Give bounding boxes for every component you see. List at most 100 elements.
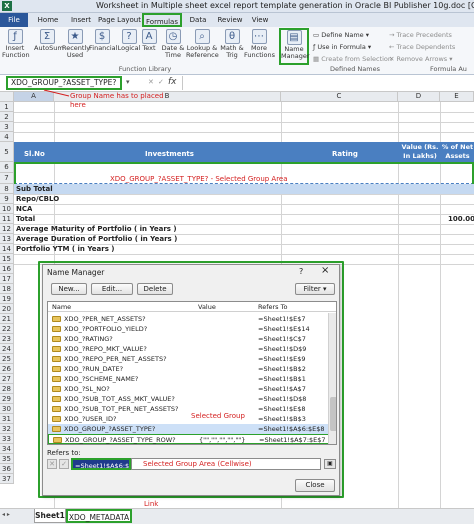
row-header[interactable]: 1 [0, 102, 14, 112]
row-header[interactable]: 8 [0, 184, 14, 194]
tab-page-layout[interactable]: Page Layout [98, 13, 141, 27]
row-header[interactable]: 18 [0, 284, 14, 294]
col-value[interactable]: Value [198, 302, 216, 312]
cancel-icon[interactable]: ✕ [47, 459, 57, 469]
tab-insert[interactable]: Insert [66, 13, 96, 27]
date-time-button[interactable]: ◷ Date & Time [160, 29, 186, 59]
collapse-dialog-icon[interactable]: ▣ [324, 459, 336, 469]
row-header[interactable]: 24 [0, 344, 14, 354]
list-item[interactable]: XDO_?SUB_TOT_ASS_MKT_VALUE? =Sheet1!$D$8 [48, 394, 336, 404]
formula-input[interactable] [182, 76, 472, 90]
row-header[interactable]: 25 [0, 354, 14, 364]
row-header[interactable]: 30 [0, 404, 14, 414]
define-name-button[interactable]: ▭ Define Name ▾ [313, 30, 369, 40]
tab-view[interactable]: View [248, 13, 272, 27]
select-all-corner[interactable] [0, 92, 14, 102]
sheet-tab-sheet1[interactable]: Sheet1 [34, 509, 66, 523]
tab-formulas[interactable]: Formulas [142, 13, 182, 27]
row-header[interactable]: 4 [0, 132, 14, 142]
col-name[interactable]: Name [52, 302, 71, 312]
list-item[interactable]: XDO_?RUN_DATE? =Sheet1!$B$2 [48, 364, 336, 374]
list-item[interactable]: XDO_?PORTFOLIO_YIELD? =Sheet1!$E$14 [48, 324, 336, 334]
new-name-button[interactable]: New... [51, 283, 87, 295]
row-header[interactable]: 35 [0, 454, 14, 464]
row-header[interactable]: 15 [0, 254, 14, 264]
chevron-down-icon[interactable]: ▾ [126, 78, 130, 86]
column-header-e[interactable]: E [440, 92, 474, 102]
row-header[interactable]: 32 [0, 424, 14, 434]
row-header[interactable]: 34 [0, 444, 14, 454]
close-icon[interactable]: × [321, 265, 329, 276]
help-button[interactable]: ? [299, 267, 303, 276]
list-item[interactable]: XDO_?SL_NO? =Sheet1!$A$7 [48, 384, 336, 394]
insert-function-button[interactable]: ƒ Insert Function [2, 29, 30, 59]
check-icon[interactable]: ✓ [59, 459, 69, 469]
column-header-c[interactable]: C [281, 92, 398, 102]
row-header[interactable]: 7 [0, 173, 14, 184]
row-header[interactable]: 9 [0, 194, 14, 204]
lookup-reference-button[interactable]: ⌕ Lookup & Reference [186, 29, 219, 59]
row-header[interactable]: 12 [0, 224, 14, 234]
row-header[interactable]: 17 [0, 274, 14, 284]
row-header[interactable]: 33 [0, 434, 14, 444]
scrollbar-thumb[interactable] [330, 397, 336, 431]
row-header[interactable]: 26 [0, 364, 14, 374]
list-item-selected[interactable]: XDO_GROUP_?ASSET_TYPE? =Sheet1!$A$6:$E$8 [48, 424, 336, 434]
column-header-d[interactable]: D [398, 92, 440, 102]
row-header[interactable]: 27 [0, 374, 14, 384]
list-item[interactable]: XDO_?RATING? =Sheet1!$C$7 [48, 334, 336, 344]
row-header[interactable]: 14 [0, 244, 14, 254]
fx-label[interactable]: fx [168, 77, 177, 87]
row-header[interactable]: 37 [0, 474, 14, 484]
sheet-tab-xdo-metadata[interactable]: XDO_METADATA [66, 509, 132, 523]
excel-icon[interactable]: X [2, 1, 12, 11]
row-header[interactable]: 20 [0, 304, 14, 314]
row-header[interactable]: 36 [0, 464, 14, 474]
row-header[interactable]: 10 [0, 204, 14, 214]
list-item[interactable]: XDO_?SCHEME_NAME? =Sheet1!$B$1 [48, 374, 336, 384]
names-list[interactable]: Name Value Refers To XDO_?PER_NET_ASSETS… [47, 301, 337, 445]
row-header[interactable]: 6 [0, 162, 14, 173]
row-header[interactable]: 28 [0, 384, 14, 394]
use-in-formula-button[interactable]: ƒ Use in Formula ▾ [313, 42, 371, 52]
remove-arrows-button[interactable]: ✕ Remove Arrows ▾ [389, 54, 453, 64]
autosum-button[interactable]: Σ AutoSum [34, 29, 64, 52]
trace-dependents-button[interactable]: ← Trace Dependents [389, 42, 455, 52]
row-header[interactable]: 31 [0, 414, 14, 424]
refers-to-input[interactable]: =Sheet1!$A$6:$E$8 [71, 458, 131, 470]
tab-home[interactable]: Home [34, 13, 62, 27]
create-from-selection-button[interactable]: ▦ Create from Selection [313, 54, 392, 64]
list-item[interactable]: XDO_?PER_NET_ASSETS? =Sheet1!$E$7 [48, 314, 336, 324]
text-button[interactable]: A Text [138, 29, 160, 52]
list-item[interactable]: XDO_?REPO_MKT_VALUE? =Sheet1!$D$9 [48, 344, 336, 354]
row-header[interactable]: 19 [0, 294, 14, 304]
recently-used-button[interactable]: ★ Recently Used [62, 29, 90, 59]
tab-file[interactable]: File [0, 13, 28, 27]
list-item[interactable]: XDO_GROUP_?ASSET_TYPE_ROW? {"","","","","… [48, 434, 336, 444]
close-button[interactable]: Close [295, 479, 335, 492]
list-item[interactable]: XDO_?REPO_PER_NET_ASSETS? =Sheet1!$E$9 [48, 354, 336, 364]
name-manager-button[interactable]: ▤ Name Manager [279, 28, 310, 65]
row-header[interactable]: 29 [0, 394, 14, 404]
tab-review[interactable]: Review [214, 13, 246, 27]
tab-data[interactable]: Data [186, 13, 210, 27]
row-header[interactable]: 3 [0, 122, 14, 132]
math-trig-button[interactable]: θ Math & Trig [219, 29, 245, 59]
financial-button[interactable]: $ Financial [89, 29, 117, 52]
row-header[interactable]: 21 [0, 314, 14, 324]
edit-name-button[interactable]: Edit... [91, 283, 133, 295]
tab-nav-icon[interactable]: ◂ ▸ [2, 511, 10, 518]
row-header[interactable]: 23 [0, 334, 14, 344]
row-header[interactable]: 13 [0, 234, 14, 244]
col-refers-to[interactable]: Refers To [258, 302, 287, 312]
more-functions-button[interactable]: ⋯ More Functions [244, 29, 275, 59]
list-scrollbar[interactable] [328, 313, 336, 444]
row-header[interactable]: 22 [0, 324, 14, 334]
row-header[interactable]: 5 [0, 142, 14, 162]
trace-precedents-button[interactable]: → Trace Precedents [389, 30, 452, 40]
delete-name-button[interactable]: Delete [137, 283, 173, 295]
row-header[interactable]: 11 [0, 214, 14, 224]
row-header[interactable]: 2 [0, 112, 14, 122]
filter-button[interactable]: Filter ▾ [295, 283, 335, 295]
row-header[interactable]: 16 [0, 264, 14, 274]
